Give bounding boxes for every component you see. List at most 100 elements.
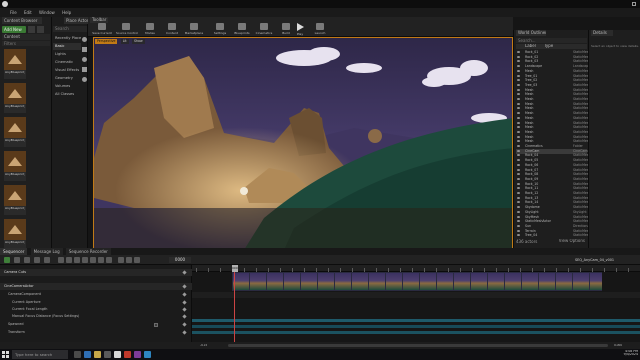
visibility-eye-icon[interactable] (517, 201, 520, 204)
visibility-eye-icon[interactable] (517, 74, 520, 77)
track-current-focal-length[interactable]: Current Focal Length (0, 306, 192, 313)
taskbar-search[interactable]: Type here to search (12, 350, 68, 359)
visibility-eye-icon[interactable] (517, 173, 520, 176)
visibility-eye-icon[interactable] (517, 206, 520, 209)
track-add-icon[interactable] (4, 257, 10, 263)
skip-forward-icon[interactable] (98, 257, 104, 263)
step-forward-icon[interactable] (90, 257, 96, 263)
keyframe-icon[interactable] (182, 330, 187, 335)
asset-tile[interactable]: AnyBlueprint_004 (4, 151, 26, 181)
cone-icon[interactable] (82, 77, 87, 82)
track-current-aperture[interactable]: Current Aperture (0, 299, 192, 306)
unreal-engine-icon[interactable] (114, 351, 121, 358)
launch-button[interactable]: Launch (310, 23, 330, 37)
content-button[interactable]: Content (162, 23, 182, 37)
visibility-eye-icon[interactable] (517, 234, 520, 237)
outliner-search[interactable]: Search... (516, 38, 587, 43)
visibility-eye-icon[interactable] (517, 102, 520, 105)
playhead[interactable]: 0000 (232, 265, 238, 272)
details-tab[interactable]: Details (591, 30, 613, 36)
visibility-eye-icon[interactable] (517, 98, 520, 100)
skip-back-icon[interactable] (58, 257, 64, 263)
menu-edit[interactable]: Edit (24, 8, 32, 17)
visibility-eye-icon[interactable] (517, 145, 520, 147)
add-new-button[interactable]: Add New (2, 26, 26, 33)
blueprints-button[interactable]: Blueprints (232, 23, 252, 37)
lit-button[interactable]: Lit (120, 39, 129, 44)
visibility-eye-icon[interactable] (517, 224, 520, 227)
visibility-eye-icon[interactable] (517, 69, 520, 72)
place-category[interactable]: Lights (53, 51, 81, 58)
frame-counter[interactable]: 0000 (169, 257, 191, 263)
settings-button[interactable]: Settings (210, 23, 230, 37)
label-column-header[interactable]: Label (525, 44, 536, 48)
outliner-row[interactable]: Tree_04 StaticMesh (516, 233, 589, 238)
tab-sequencer[interactable]: Sequencer (0, 248, 28, 255)
range-scrollbar[interactable] (228, 344, 608, 347)
visibility-eye-icon[interactable] (517, 65, 520, 68)
place-category[interactable]: Recently Placed (53, 35, 81, 42)
visibility-eye-icon[interactable] (517, 168, 520, 171)
place-category[interactable]: Visual Effects (53, 67, 81, 74)
range-start[interactable]: -015 (200, 344, 207, 347)
visibility-eye-icon[interactable] (517, 130, 520, 133)
track-camera-cuts[interactable]: Camera Cuts (0, 269, 192, 276)
spawned-checkbox[interactable] (154, 322, 158, 327)
sphere-icon[interactable] (82, 57, 87, 62)
file-explorer-icon[interactable] (94, 351, 101, 358)
keyframe-icon[interactable] (182, 300, 187, 305)
visibility-eye-icon[interactable] (517, 88, 520, 91)
track-transform[interactable]: Transform (0, 329, 192, 336)
filters-button[interactable]: Filters (2, 41, 50, 46)
visibility-eye-icon[interactable] (517, 210, 520, 213)
store-icon[interactable] (104, 351, 111, 358)
place-actors-tab[interactable]: Place Actors (64, 17, 88, 24)
task-view-icon[interactable] (74, 351, 81, 358)
cinematics-button[interactable]: Cinematics (254, 23, 274, 37)
system-clock[interactable]: 4:08 PM 9/4/2024 (602, 350, 638, 359)
content-path-breadcrumb[interactable]: Content (2, 34, 50, 40)
asset-tile[interactable]: AnyBlueprint_005 (4, 185, 26, 215)
save-all-icon[interactable] (37, 26, 44, 33)
place-category[interactable]: Geometry (53, 75, 81, 82)
menu-file[interactable]: File (10, 8, 17, 17)
menu-window[interactable]: Window (39, 8, 55, 17)
render-movie-icon[interactable] (34, 257, 40, 263)
visibility-eye-icon[interactable] (517, 116, 520, 119)
tab-sequence-recorder[interactable]: Sequence Recorder (65, 248, 111, 255)
keyframe-icon[interactable] (182, 314, 187, 319)
visibility-eye-icon[interactable] (517, 215, 520, 218)
camera-cut-section[interactable] (232, 272, 602, 291)
place-actors-search[interactable]: Search (53, 26, 87, 32)
window-close-icon[interactable] (632, 2, 636, 6)
visibility-eye-icon[interactable] (517, 135, 520, 138)
tab-message-log[interactable]: Message Log (30, 248, 63, 255)
visibility-eye-icon[interactable] (517, 93, 520, 96)
level-viewport[interactable] (93, 37, 513, 249)
keyframe-icon[interactable] (182, 292, 187, 297)
track-spawned[interactable]: Spawned (0, 321, 192, 328)
save-icon[interactable] (14, 257, 20, 263)
place-category[interactable]: All Classes (53, 91, 81, 98)
visibility-eye-icon[interactable] (517, 154, 520, 157)
show-button[interactable]: Show (131, 39, 145, 44)
cube-icon[interactable] (82, 47, 87, 52)
visibility-eye-icon[interactable] (517, 121, 520, 124)
track-cine-camera-actor[interactable]: CineCameraActor (0, 283, 192, 290)
keyframe-icon[interactable] (182, 307, 187, 312)
visibility-eye-icon[interactable] (517, 159, 520, 162)
source-control-button[interactable]: Source Control (116, 23, 138, 37)
edge-icon[interactable] (84, 351, 91, 358)
windows-start-icon[interactable] (2, 351, 9, 358)
asset-tile[interactable]: AnyBlueprint_003 (4, 117, 26, 147)
visibility-eye-icon[interactable] (517, 182, 520, 185)
play-icon[interactable] (82, 257, 88, 263)
snap-icon[interactable] (126, 257, 132, 263)
keyframe-icon[interactable] (182, 322, 187, 327)
camera-icon[interactable] (44, 257, 50, 263)
visibility-eye-icon[interactable] (517, 149, 520, 152)
visibility-eye-icon[interactable] (517, 55, 520, 58)
visibility-eye-icon[interactable] (517, 79, 520, 82)
curve-editor-icon[interactable] (134, 257, 140, 263)
play-button[interactable]: Play (290, 23, 310, 37)
